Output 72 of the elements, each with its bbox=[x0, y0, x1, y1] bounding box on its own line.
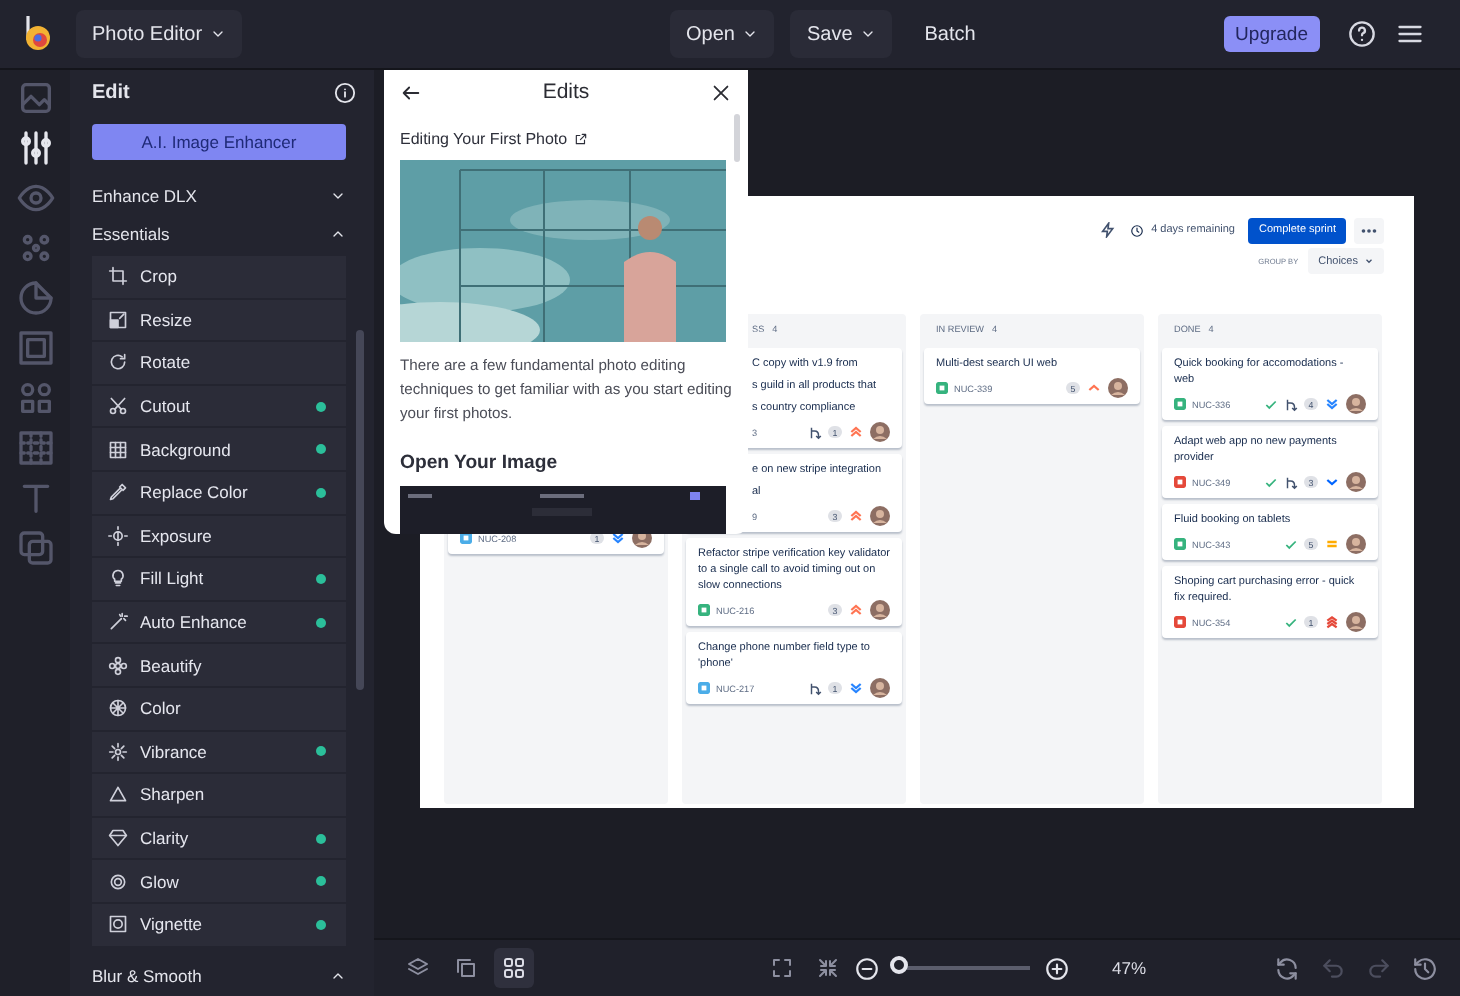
caret-icon bbox=[1364, 256, 1374, 266]
tool-item[interactable]: Vibrance bbox=[92, 731, 346, 773]
tool-item[interactable]: Replace Color bbox=[92, 471, 346, 514]
close-icon[interactable] bbox=[710, 81, 732, 103]
tool-item[interactable]: Rotate bbox=[92, 342, 346, 384]
tool-item[interactable]: Resize bbox=[92, 299, 346, 341]
color-wheel-icon bbox=[108, 698, 128, 719]
tool-item[interactable]: Beautify bbox=[92, 644, 346, 686]
sliders-icon[interactable] bbox=[15, 128, 55, 168]
scrollbar[interactable] bbox=[734, 114, 740, 162]
article-title: Editing Your First Photo bbox=[400, 130, 568, 148]
bulb-icon bbox=[108, 568, 128, 589]
upgrade-button[interactable]: Upgrade bbox=[1223, 16, 1320, 52]
scrollbar[interactable] bbox=[356, 330, 364, 690]
frame-icon bbox=[108, 914, 128, 935]
menu-button[interactable]: Batch bbox=[908, 10, 992, 58]
zoom-reading: 47% bbox=[1112, 958, 1147, 978]
rotate-icon bbox=[108, 352, 128, 373]
zoom-in-icon[interactable] bbox=[1044, 955, 1070, 981]
back-arrow-icon[interactable] bbox=[400, 81, 422, 103]
avatar bbox=[870, 600, 890, 620]
section-header[interactable]: Enhance DLX bbox=[92, 176, 346, 214]
menu-button[interactable]: Open bbox=[670, 10, 775, 58]
tool-item[interactable]: Clarity bbox=[92, 817, 346, 859]
popup-title: Edits bbox=[542, 80, 590, 104]
clock-icon bbox=[1129, 223, 1144, 237]
avatar bbox=[1346, 394, 1366, 414]
tool-item[interactable]: Exposure bbox=[92, 515, 346, 557]
bolt-icon bbox=[1099, 222, 1116, 238]
enhancer-button[interactable]: A.I. Image Enhancer bbox=[92, 124, 346, 160]
checker-icon bbox=[108, 439, 128, 460]
external-link-icon[interactable] bbox=[573, 132, 588, 146]
avatar bbox=[870, 422, 890, 442]
zoom-slider-thumb[interactable] bbox=[889, 956, 908, 974]
wand-icon bbox=[108, 612, 128, 633]
triangle-icon bbox=[108, 784, 128, 805]
zoom-out-icon[interactable] bbox=[854, 955, 880, 981]
dropper-icon bbox=[108, 482, 128, 503]
sun-icon bbox=[108, 741, 128, 762]
app-menu-button[interactable]: Photo Editor bbox=[76, 10, 243, 58]
section-title: Open Your Image bbox=[400, 452, 560, 474]
tool-item[interactable]: Cutout bbox=[92, 385, 346, 427]
tool-item[interactable]: Vignette bbox=[92, 903, 346, 945]
menu-button[interactable]: Save bbox=[790, 10, 893, 58]
avatar bbox=[1346, 534, 1366, 554]
panel-title: Edit bbox=[92, 81, 130, 103]
avatar bbox=[1346, 472, 1366, 492]
tool-item[interactable]: Fill Light bbox=[92, 558, 346, 600]
avatar bbox=[870, 678, 890, 698]
help-icon[interactable] bbox=[1348, 20, 1376, 48]
section-header[interactable]: Blur & Smooth bbox=[92, 957, 346, 995]
info-icon[interactable] bbox=[334, 81, 356, 103]
tool-item[interactable]: Sharpen bbox=[92, 774, 346, 816]
tool-item[interactable]: Auto Enhance bbox=[92, 601, 346, 643]
grid-icon[interactable] bbox=[494, 948, 534, 988]
tool-item[interactable]: Glow bbox=[92, 860, 346, 902]
exposure-icon bbox=[108, 525, 128, 546]
diamond-icon bbox=[108, 828, 128, 849]
more-icon[interactable] bbox=[1354, 217, 1384, 243]
section-header[interactable]: Essentials bbox=[92, 214, 346, 252]
menu-icon[interactable] bbox=[1396, 20, 1424, 48]
crop-icon bbox=[108, 266, 128, 287]
avatar bbox=[1346, 612, 1366, 632]
avatar bbox=[870, 506, 890, 526]
tool-item[interactable]: Crop bbox=[92, 256, 346, 298]
tool-item[interactable]: Color bbox=[92, 687, 346, 730]
scissors-icon bbox=[108, 396, 128, 417]
tool-item[interactable]: Background bbox=[92, 428, 346, 470]
avatar bbox=[1108, 378, 1128, 398]
ring-icon bbox=[108, 871, 128, 892]
flower-icon bbox=[108, 655, 128, 676]
resize-icon bbox=[108, 309, 128, 330]
